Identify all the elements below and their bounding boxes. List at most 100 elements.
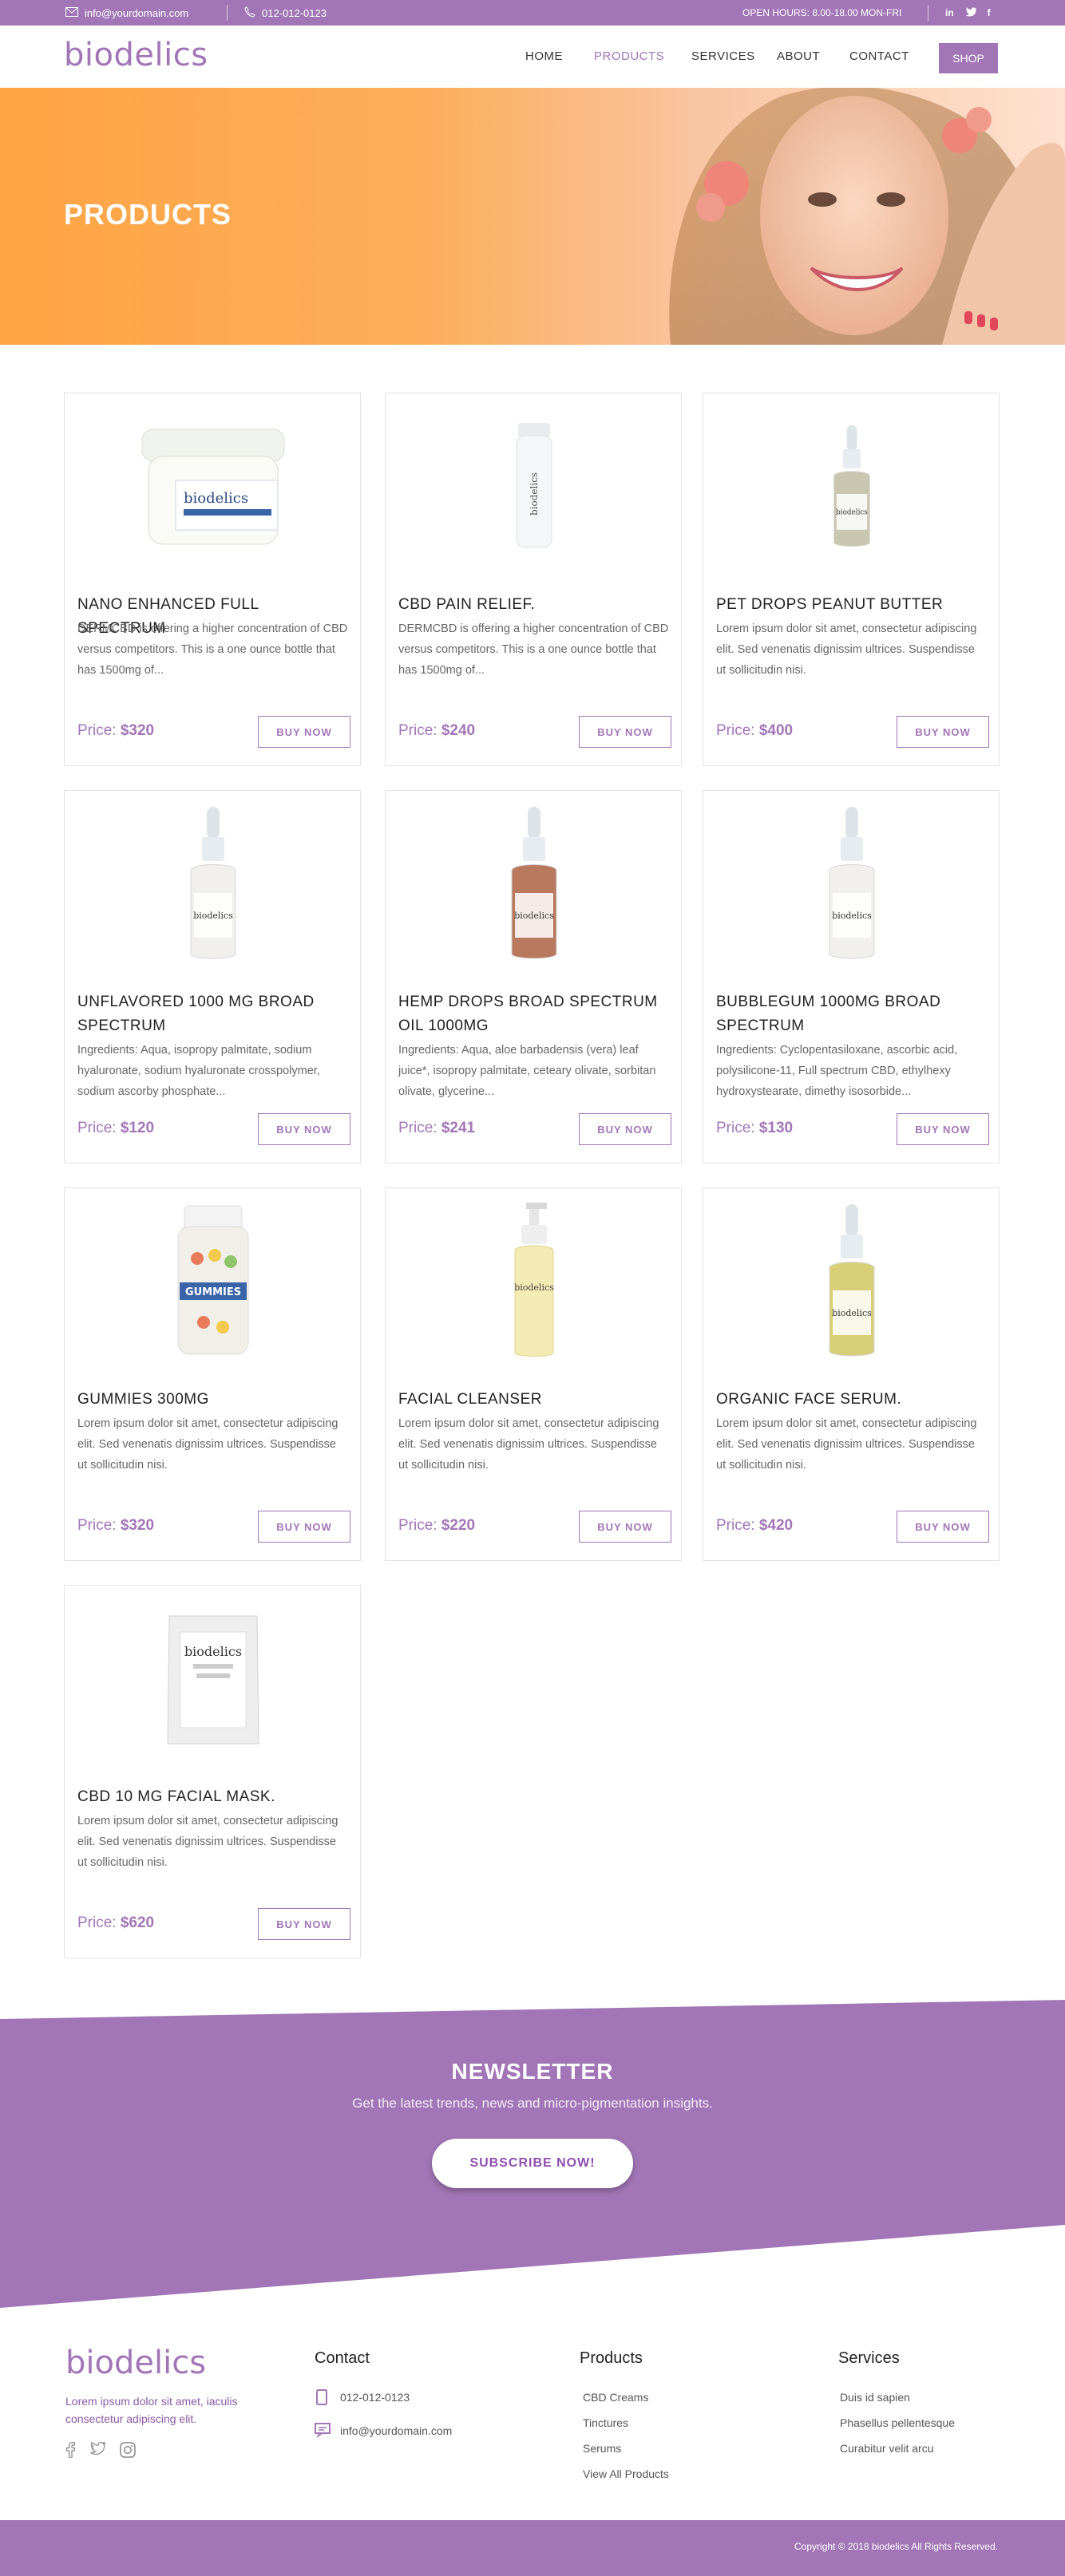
product-name[interactable]: HEMP DROPS BROAD SPECTRUM OIL 1000MG: [398, 990, 670, 1038]
facebook-icon[interactable]: f: [988, 7, 991, 18]
twitter-icon[interactable]: [965, 6, 976, 19]
buy-now-button[interactable]: BUY NOW: [258, 716, 350, 748]
product-description: Ingredients: Cyclopentasiloxane, ascorbi…: [716, 1044, 958, 1098]
site-logo[interactable]: biodelics: [64, 37, 208, 73]
instagram-icon[interactable]: [120, 2442, 136, 2462]
product-image[interactable]: biodelics: [386, 1203, 683, 1362]
nav-contact[interactable]: CONTACT: [849, 49, 909, 63]
buy-now-button[interactable]: BUY NOW: [579, 1511, 671, 1543]
site-header: biodelics HOME PRODUCTS SERVICES ABOUT C…: [0, 26, 1065, 88]
product-description: Lorem ipsum dolor sit amet, consectetur …: [716, 622, 977, 677]
phone-icon: [244, 6, 255, 20]
price-value: $400: [758, 722, 794, 739]
product-name[interactable]: GUMMIES 300MG: [77, 1388, 349, 1412]
nav-home[interactable]: HOME: [525, 49, 563, 63]
product-image[interactable]: biodelics: [386, 408, 683, 567]
newsletter-title: NEWSLETTER: [451, 2059, 614, 2084]
product-name[interactable]: CBD 10 MG FACIAL MASK.: [77, 1785, 349, 1809]
product-card[interactable]: biodelics ORGANIC FACE SERUM. Lorem ipsu…: [703, 1187, 1000, 1561]
nav-services[interactable]: SERVICES: [691, 49, 755, 63]
buy-now-button[interactable]: BUY NOW: [897, 1511, 989, 1543]
footer-link-tinctures[interactable]: Tinctures: [583, 2416, 628, 2429]
product-image[interactable]: biodelics: [65, 408, 362, 567]
shop-button[interactable]: SHOP: [939, 43, 998, 73]
footer-email[interactable]: info@yourdomain.com: [340, 2424, 452, 2437]
product-name[interactable]: PET DROPS PEANUT BUTTER: [716, 593, 988, 617]
buy-now-button[interactable]: BUY NOW: [258, 1908, 350, 1940]
footer-logo[interactable]: biodelics: [65, 2345, 206, 2381]
price-label: Price:: [77, 1120, 117, 1136]
price-value: $320: [120, 722, 155, 739]
product-card[interactable]: biodelics UNFLAVORED 1000 MG BROAD SPECT…: [64, 790, 361, 1164]
product-image[interactable]: biodelics: [703, 408, 1000, 567]
product-name[interactable]: CBD PAIN RELIEF.: [398, 593, 670, 617]
price-label: Price:: [716, 1120, 755, 1136]
buy-now-button[interactable]: BUY NOW: [258, 1113, 350, 1145]
footer-link-cbd-creams[interactable]: CBD Creams: [583, 2391, 648, 2404]
linkedin-icon[interactable]: in: [945, 7, 954, 18]
topbar-phone[interactable]: 012-012-0123: [244, 0, 327, 26]
product-card[interactable]: biodelics FACIAL CLEANSER Lorem ipsum do…: [385, 1187, 682, 1561]
product-image[interactable]: biodelics: [703, 1203, 1000, 1362]
product-price: Price: $620: [77, 1914, 154, 1932]
topbar-phone-text: 012-012-0123: [262, 6, 327, 19]
footer-link-service-3[interactable]: Curabitur velit arcu: [840, 2442, 934, 2455]
buy-now-button[interactable]: BUY NOW: [579, 1113, 671, 1145]
nav-about[interactable]: ABOUT: [777, 49, 820, 63]
svg-text:biodelics: biodelics: [514, 911, 554, 921]
facebook-icon[interactable]: [65, 2441, 76, 2462]
svg-text:biodelics: biodelics: [529, 472, 540, 516]
buy-now-button[interactable]: BUY NOW: [258, 1511, 350, 1543]
price-value: $420: [758, 1517, 794, 1534]
buy-now-button[interactable]: BUY NOW: [897, 1113, 989, 1145]
product-description: Lorem ipsum dolor sit amet, consectetur …: [716, 1417, 977, 1472]
product-name[interactable]: FACIAL CLEANSER: [398, 1388, 670, 1412]
product-image[interactable]: biodelics: [386, 805, 683, 965]
footer-phone[interactable]: 012-012-0123: [340, 2391, 410, 2404]
nav-products[interactable]: PRODUCTS: [594, 49, 664, 63]
mail-icon: [65, 6, 78, 19]
buy-now-button[interactable]: BUY NOW: [897, 716, 989, 748]
hero-model-image: [669, 88, 1065, 345]
price-label: Price:: [77, 1914, 117, 1931]
buy-now-button[interactable]: BUY NOW: [579, 716, 671, 748]
product-name[interactable]: UNFLAVORED 1000 MG BROAD SPECTRUM: [77, 990, 349, 1038]
product-image[interactable]: biodelics: [65, 1600, 362, 1760]
product-card[interactable]: biodelics HEMP DROPS BROAD SPECTRUM OIL …: [385, 790, 682, 1164]
footer-services-title: Services: [838, 2349, 900, 2367]
footer-contact-title: Contact: [315, 2349, 370, 2367]
footer-link-serums[interactable]: Serums: [583, 2442, 621, 2455]
phone-icon: [316, 2389, 327, 2409]
footer-link-view-all-products[interactable]: View All Products: [583, 2467, 669, 2480]
product-card[interactable]: biodelics NANO ENHANCED FULL SPECTRUM DE…: [64, 393, 361, 766]
product-price: Price: $241: [398, 1120, 475, 1137]
topbar-email[interactable]: info@yourdomain.com: [65, 0, 188, 26]
product-card[interactable]: biodelics BUBBLEGUM 1000MG BROAD SPECTRU…: [703, 790, 1000, 1164]
product-card[interactable]: biodelics PET DROPS PEANUT BUTTER Lorem …: [703, 393, 1000, 766]
product-card[interactable]: GUMMIES GUMMIES 300MG Lorem ipsum dolor …: [64, 1187, 361, 1561]
footer-link-service-1[interactable]: Duis id sapien: [840, 2391, 910, 2404]
svg-text:biodelics: biodelics: [832, 911, 872, 921]
svg-text:biodelics: biodelics: [514, 1282, 554, 1293]
twitter-icon[interactable]: [89, 2441, 105, 2462]
product-name[interactable]: ORGANIC FACE SERUM.: [716, 1388, 988, 1412]
product-description: Lorem ipsum dolor sit amet, consectetur …: [77, 1417, 339, 1472]
svg-text:GUMMIES: GUMMIES: [185, 1286, 241, 1298]
topbar-divider: [227, 5, 228, 21]
newsletter-subtitle: Get the latest trends, news and micro-pi…: [352, 2096, 713, 2111]
product-image[interactable]: GUMMIES: [65, 1203, 362, 1362]
product-name[interactable]: BUBBLEGUM 1000MG BROAD SPECTRUM: [716, 990, 988, 1038]
product-image[interactable]: biodelics: [65, 805, 362, 965]
price-label: Price:: [77, 722, 117, 739]
subscribe-button[interactable]: SUBSCRIBE NOW!: [432, 2139, 633, 2188]
footer-social: [65, 2441, 136, 2462]
product-description: Lorem ipsum dolor sit amet, consectetur …: [77, 1815, 339, 1869]
price-label: Price:: [398, 1120, 437, 1136]
svg-text:biodelics: biodelics: [193, 911, 233, 921]
footer-link-service-2[interactable]: Phasellus pellentesque: [840, 2416, 955, 2429]
product-card[interactable]: biodelics CBD PAIN RELIEF. DERMCBD is of…: [385, 393, 682, 766]
product-image[interactable]: biodelics: [703, 805, 1000, 965]
product-card[interactable]: biodelics CBD 10 MG FACIAL MASK. Lorem i…: [64, 1585, 361, 1958]
product-price: Price: $240: [398, 722, 475, 740]
svg-text:biodelics: biodelics: [184, 490, 248, 507]
